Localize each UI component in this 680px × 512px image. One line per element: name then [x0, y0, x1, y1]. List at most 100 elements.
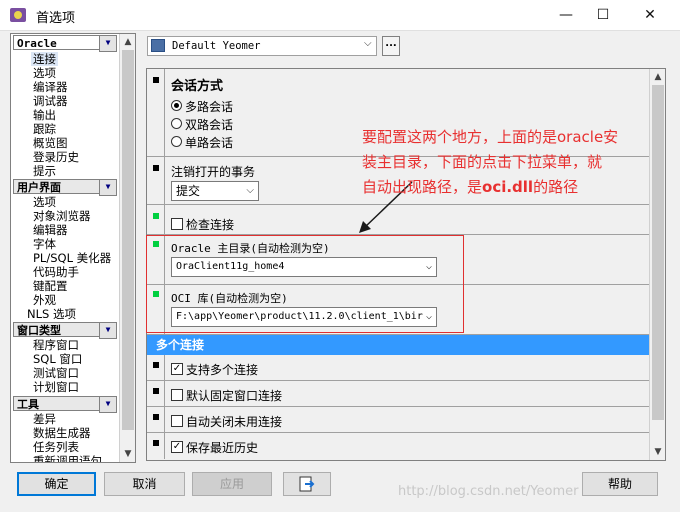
chevron-down-icon[interactable]: ▼ — [99, 322, 117, 339]
radio-label: 多路会话 — [185, 100, 234, 114]
scroll-thumb[interactable] — [122, 50, 134, 430]
tree-item[interactable]: 对象浏览器 — [33, 209, 91, 223]
tree-item[interactable]: 概览图 — [33, 136, 68, 150]
tree-item[interactable]: 调试器 — [33, 94, 68, 108]
radio-single-session[interactable] — [171, 136, 182, 147]
annotation-highlight: oci.dll — [482, 178, 534, 196]
close-button[interactable]: ✕ — [627, 0, 673, 30]
tree-item[interactable]: 键配置 — [33, 279, 68, 293]
section-gutter — [147, 407, 165, 432]
multi-option-row: 默认固定窗口连接 — [147, 381, 649, 407]
multi-option-row: ✓ 支持多个连接 — [147, 355, 649, 381]
tree-group-label: 用户界面 — [17, 181, 61, 194]
default-fixed-checkbox[interactable] — [171, 389, 183, 401]
maximize-button[interactable]: ☐ — [580, 0, 626, 30]
scroll-up-icon[interactable]: ▲ — [120, 34, 135, 50]
tree-group-tools[interactable]: 工具 ▼ — [13, 396, 117, 413]
radio-label: 双路会话 — [185, 118, 234, 132]
import-export-icon — [299, 476, 315, 492]
tree-item-connection[interactable]: 连接 — [31, 52, 58, 66]
section-gutter — [147, 69, 165, 156]
tree-item[interactable]: 登录历史 — [33, 150, 79, 164]
section-marker — [153, 388, 159, 394]
annotation-segment: 自动出现路径，是 — [362, 178, 483, 196]
tree-item[interactable]: 计划窗口 — [33, 380, 79, 394]
auto-close-checkbox[interactable] — [171, 415, 183, 427]
section-marker — [153, 414, 159, 420]
tree-group-label: 工具 — [17, 398, 39, 411]
support-multi-checkbox[interactable]: ✓ — [171, 363, 183, 375]
checkbox-label: 保存最近历史 — [186, 441, 259, 455]
tree-item[interactable]: 差异 — [33, 412, 56, 426]
title-bar: 首选项 — ☐ ✕ — [0, 0, 680, 31]
section-marker — [153, 165, 159, 171]
tree-item[interactable]: 提示 — [33, 164, 56, 178]
tree-item[interactable]: 外观 — [33, 293, 56, 307]
tree-item[interactable]: 程序窗口 — [33, 338, 79, 352]
logoff-select[interactable]: 提交 ⌵ — [171, 181, 259, 201]
section-gutter — [147, 355, 165, 380]
radio-multi-session[interactable] — [171, 100, 182, 111]
checkbox-label: 检查连接 — [186, 218, 235, 232]
connection-select[interactable]: Default Yeomer — [147, 36, 377, 56]
radio-dual-session[interactable] — [171, 118, 182, 129]
check-connection-checkbox[interactable] — [171, 218, 183, 230]
tree-item[interactable]: 数据生成器 — [33, 426, 91, 440]
tree-group-window-types[interactable]: 窗口类型 ▼ — [13, 322, 117, 339]
tree-item[interactable]: SQL 窗口 — [33, 352, 82, 366]
tree-scrollbar[interactable]: ▲ ▼ — [119, 34, 135, 462]
chevron-down-icon[interactable]: ▼ — [99, 35, 117, 52]
more-button[interactable]: ... — [382, 36, 400, 56]
save-history-checkbox[interactable]: ✓ — [171, 441, 183, 453]
section-title: 注销打开的事务 — [171, 165, 256, 179]
section-title: 会话方式 — [171, 79, 224, 94]
tree-item[interactable]: 重新调用语句 — [33, 454, 102, 462]
section-marker — [153, 362, 159, 368]
annotation-line: 自动出现路径，是oci.dll的路径 — [362, 175, 680, 200]
section-marker — [153, 213, 159, 219]
tree-item[interactable]: 编译器 — [33, 80, 68, 94]
cancel-button[interactable]: 取消 — [104, 472, 185, 496]
tree-item[interactable]: PL/SQL 美化器 — [33, 251, 111, 265]
watermark: http://blog.csdn.net/Yeomer — [398, 484, 579, 499]
checkbox-label: 支持多个连接 — [186, 363, 259, 377]
chevron-down-icon[interactable]: ▼ — [99, 396, 117, 413]
help-button[interactable]: 帮助 — [582, 472, 658, 496]
tree-item[interactable]: 选项 — [33, 195, 56, 209]
scroll-down-icon[interactable]: ▼ — [650, 444, 665, 460]
tree-group-ui[interactable]: 用户界面 ▼ — [13, 179, 117, 196]
chevron-down-icon[interactable]: ⌵ — [364, 38, 372, 49]
app-icon — [10, 8, 26, 22]
section-marker — [153, 440, 159, 446]
tree-item[interactable]: 编辑器 — [33, 223, 68, 237]
section-gutter — [147, 205, 165, 234]
tree-item[interactable]: 代码助手 — [33, 265, 79, 279]
section-marker — [153, 77, 159, 83]
chevron-down-icon: ⌵ — [244, 182, 254, 200]
tree-item[interactable]: 任务列表 — [33, 440, 79, 454]
import-export-button[interactable] — [283, 472, 331, 496]
tree-item[interactable]: NLS 选项 — [27, 307, 76, 321]
tree-item[interactable]: 选项 — [33, 66, 56, 80]
multi-connection-header: 多个连接 — [147, 335, 649, 355]
tree-item[interactable]: 输出 — [33, 108, 56, 122]
annotation-line: 装主目录，下面的点击下拉菜单，就 — [362, 153, 603, 171]
section-gutter — [147, 433, 165, 459]
annotation-segment: 的路径 — [533, 178, 579, 196]
scroll-down-icon[interactable]: ▼ — [120, 446, 135, 462]
annotation-text: 要配置这两个地方，上面的是oracle安 装主目录，下面的点击下拉菜单，就 自动… — [362, 125, 680, 200]
multi-option-row: 自动关闭未用连接 — [147, 407, 649, 433]
annotation-highlight-box — [146, 235, 464, 333]
tree-group-oracle[interactable]: Oracle ▼ — [13, 35, 117, 52]
ok-button[interactable]: 确定 — [17, 472, 96, 496]
tree-item[interactable]: 测试窗口 — [33, 366, 79, 380]
radio-label: 单路会话 — [185, 136, 234, 150]
tree-item[interactable]: 字体 — [33, 237, 56, 251]
checkbox-label: 默认固定窗口连接 — [186, 389, 283, 403]
section-gutter — [147, 381, 165, 406]
chevron-down-icon[interactable]: ▼ — [99, 179, 117, 196]
scroll-up-icon[interactable]: ▲ — [650, 69, 665, 85]
window-title: 首选项 — [36, 11, 76, 26]
apply-button[interactable]: 应用 — [192, 472, 272, 496]
tree-item[interactable]: 跟踪 — [33, 122, 56, 136]
